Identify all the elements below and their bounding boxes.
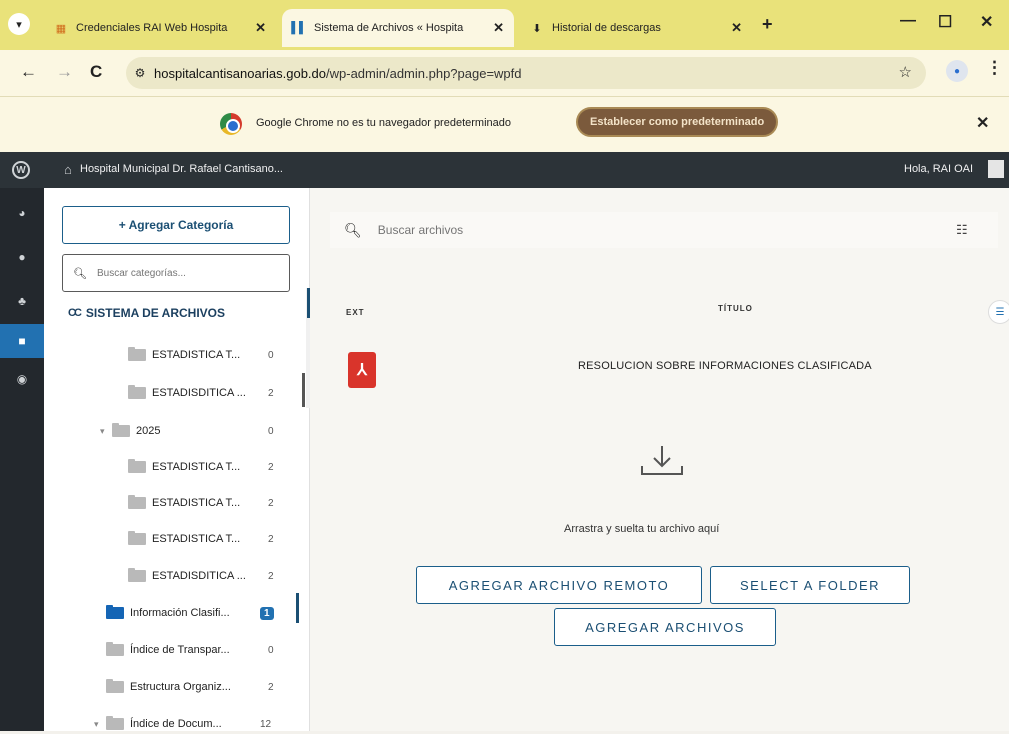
column-options-icon[interactable]: ☰ [988,300,1009,324]
category-item[interactable]: ▾ 2025 0 [100,421,274,441]
category-item[interactable]: ESTADISTICA T... 2 [128,457,274,477]
column-header-ext[interactable]: EXT [346,308,365,317]
folder-icon [106,605,124,619]
download-tray-icon [641,446,683,475]
browser-menu-icon[interactable]: ⋮ [986,58,1003,78]
category-item[interactable]: Índice de Transpar... 0 [106,640,274,660]
files-panel: 🔍︎ ☷ EXT TÍTULO ☰ ⅄ RESOLUCION SOBRE INF… [310,188,1009,731]
sitemap-icon[interactable]: ♣ [9,288,35,314]
home-icon[interactable]: ⌂ [64,162,72,177]
tab-title: Sistema de Archivos « Hospita [314,22,464,34]
close-icon[interactable]: ✕ [255,20,266,36]
tab-credenciales[interactable]: ▦ Credenciales RAI Web Hospita ✕ [44,9,276,47]
folder-icon [106,642,124,656]
folder-icon [128,531,146,545]
category-item[interactable]: ESTADISDITICA ... 2 [128,383,274,403]
search-icon: 🔍︎ [73,267,87,280]
pdf-icon[interactable]: ⅄ [348,352,376,388]
add-category-button[interactable]: + Agregar Categoría [62,206,290,244]
category-item[interactable]: Estructura Organiz... 2 [106,677,274,697]
folder-icon [128,568,146,582]
column-header-title[interactable]: TÍTULO [718,304,753,313]
category-item[interactable]: ESTADISTICA T... 2 [128,493,274,513]
folder-icon [106,679,124,693]
chrome-logo-icon [220,113,242,135]
category-item[interactable]: ▾ Índice de Docum... 12 [94,714,271,734]
bookmark-star-icon[interactable]: ☆ [899,63,912,81]
reload-icon[interactable]: C [90,62,102,82]
tab-title: Historial de descargas [552,22,661,34]
address-bar[interactable]: ⚙ hospitalcantisanoarias.gob.do/wp-admin… [126,57,926,89]
infobar-close-icon[interactable]: ✕ [976,113,989,133]
browser-toolbar: ← → C ⚙ hospitalcantisanoarias.gob.do/wp… [0,50,1009,96]
collapse-menu-icon[interactable]: ◉ [9,366,35,392]
file-row-title[interactable]: RESOLUCION SOBRE INFORMACIONES CLASIFICA… [578,360,872,372]
category-item-active[interactable]: Información Clasifi... 1 [106,603,274,623]
category-search-input[interactable] [94,266,275,280]
close-icon[interactable]: ✕ [493,20,504,36]
wp-admin-bar: W ⌂ Hospital Municipal Dr. Rafael Cantis… [0,152,1009,188]
file-manager-icon: ▌▌ [291,22,307,34]
file-search-input[interactable] [375,222,916,238]
forward-icon[interactable]: → [56,62,73,82]
wordpress-logo-icon[interactable]: W [12,161,30,179]
close-icon[interactable]: ✕ [731,20,742,36]
expand-caret-icon[interactable]: ▾ [100,426,112,437]
maximize-icon[interactable]: ☐ [938,12,952,32]
folder-icon [128,459,146,473]
file-manager-icon: CC [68,307,82,319]
category-item[interactable]: ESTADISDITICA ... 2 [128,566,274,586]
wp-admin-menu: ◕ ● ♣ ■ ◉ [0,188,44,731]
browser-tab-strip: ▾ ▦ Credenciales RAI Web Hospita ✕ ▌▌ Si… [0,0,1009,50]
file-search-box: 🔍︎ [330,212,998,248]
category-item[interactable]: ESTADISTICA T... 0 [128,345,274,365]
site-info-icon[interactable]: ⚙ [126,66,154,80]
default-browser-infobar: Google Chrome no es tu navegador predete… [0,96,1009,152]
category-search-box: 🔍︎ [62,254,290,292]
site-name-link[interactable]: Hospital Municipal Dr. Rafael Cantisano.… [80,163,283,175]
extension-icon[interactable]: ● [946,60,968,82]
category-root-label: SISTEMA DE ARCHIVOS [85,306,226,320]
folder-icon [106,716,124,730]
folder-icon [128,495,146,509]
category-scroll-thumb[interactable] [302,373,305,407]
folder-icon [112,423,130,437]
dashboard-icon[interactable]: ◕ [9,200,35,226]
folder-icon [128,347,146,361]
select-folder-button[interactable]: SELECT A FOLDER [710,566,910,604]
category-root[interactable]: CC SISTEMA DE ARCHIVOS [68,306,225,320]
file-manager-menu-icon[interactable]: ■ [0,324,44,358]
folder-icon [128,385,146,399]
new-tab-icon[interactable]: + [762,14,773,35]
add-files-button[interactable]: AGREGAR ARCHIVOS [554,608,776,646]
download-icon: ⬇ [532,22,542,35]
category-panel: + Agregar Categoría 🔍︎ CC SISTEMA DE ARC… [44,188,310,731]
search-icon: 🔍︎ [344,221,362,238]
drop-zone-text: Arrastra y suelta tu archivo aquí [564,523,720,535]
expand-caret-icon[interactable]: ▾ [94,719,106,730]
tab-historial-descargas[interactable]: ⬇ Historial de descargas ✕ [520,9,752,47]
infobar-message: Google Chrome no es tu navegador predete… [256,117,511,129]
active-indicator [296,593,299,623]
back-icon[interactable]: ← [20,62,37,82]
users-icon[interactable]: ● [9,244,35,270]
add-remote-file-button[interactable]: AGREGAR ARCHIVO REMOTO [416,566,702,604]
avatar[interactable] [988,160,1004,178]
tab-search-icon[interactable]: ▾ [8,13,30,35]
url-text: hospitalcantisanoarias.gob.do/wp-admin/a… [154,65,522,81]
user-greeting[interactable]: Hola, RAI OAI [904,163,973,175]
tab-sistema-archivos[interactable]: ▌▌ Sistema de Archivos « Hospita ✕ [282,9,514,47]
set-default-button[interactable]: Establecer como predeterminado [576,107,779,137]
minimize-icon[interactable]: — [900,12,916,30]
tab-title: Credenciales RAI Web Hospita [76,22,228,34]
filter-settings-icon[interactable]: ☷ [956,222,968,238]
category-item[interactable]: ESTADISTICA T... 2 [128,529,274,549]
sheets-icon: ▦ [55,22,67,35]
count-badge: 1 [260,606,274,620]
window-close-icon[interactable]: ✕ [980,12,993,32]
